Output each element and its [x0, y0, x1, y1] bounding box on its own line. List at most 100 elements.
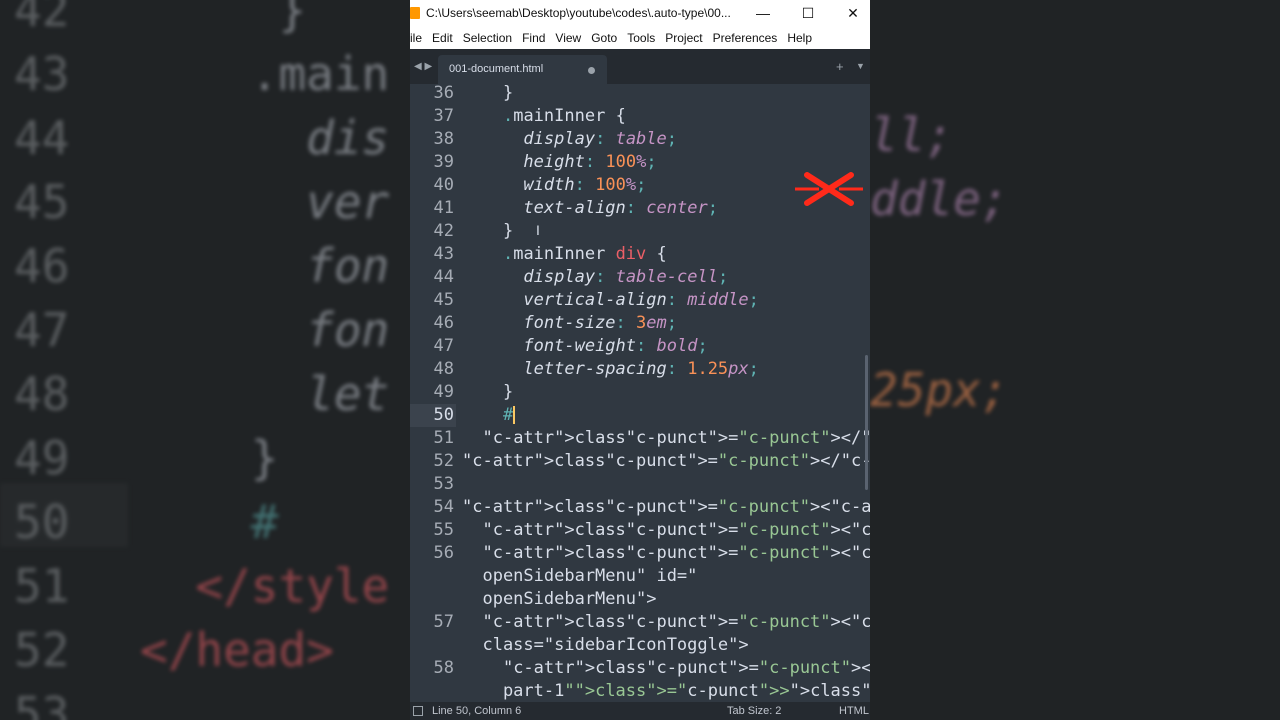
code-line[interactable]: #: [462, 405, 516, 425]
background-line-code: dis: [140, 111, 390, 165]
cursor-position: Line 50, Column 6: [432, 705, 522, 717]
mouse-ibeam-cursor-icon: I: [536, 222, 540, 238]
tab-label: 001-document.html: [449, 63, 544, 75]
menu-help[interactable]: Help: [782, 31, 817, 45]
tab-list-chevron-down-icon[interactable]: ▼: [856, 61, 865, 71]
syntax-indicator[interactable]: HTML: [839, 705, 869, 717]
code-line[interactable]: "c-attr">class"c-punct">="c-punct"><"c-a…: [462, 658, 870, 678]
line-number: 36: [433, 83, 454, 103]
menu-selection[interactable]: Selection: [458, 31, 517, 45]
tab-document[interactable]: 001-document.html: [438, 55, 607, 84]
background-line-code: fon: [140, 239, 390, 293]
line-number: 46: [433, 313, 454, 333]
code-line[interactable]: }: [462, 221, 513, 241]
code-line[interactable]: vertical-align: middle;: [462, 290, 758, 310]
line-number: 56: [433, 543, 454, 563]
sublime-app-icon: [410, 7, 420, 19]
title-bar: C:\Users\seemab\Desktop\youtube\codes\.a…: [410, 0, 870, 26]
code-line[interactable]: font-weight: bold;: [462, 336, 707, 356]
background-line-code: }: [140, 431, 279, 485]
minimize-button[interactable]: —: [740, 0, 786, 26]
code-line[interactable]: letter-spacing: 1.25px;: [462, 359, 758, 379]
line-number: 58: [433, 658, 454, 678]
code-line[interactable]: display: table-cell;: [462, 267, 728, 287]
code-line[interactable]: display: table;: [462, 129, 677, 149]
background-line-code: </head>: [140, 623, 334, 677]
code-line[interactable]: "c-attr">class"c-punct">="c-punct"><"c-a…: [462, 612, 870, 632]
line-number: 42: [433, 221, 454, 241]
menu-preferences[interactable]: Preferences: [708, 31, 783, 45]
menu-find[interactable]: Find: [517, 31, 550, 45]
background-line-code: #: [140, 495, 279, 549]
code-line[interactable]: "c-attr">class"c-punct">="c-punct"><"c-a…: [462, 543, 870, 563]
code-line[interactable]: part-1"">class">="c-punct">>">class">="c…: [462, 681, 870, 701]
code-line[interactable]: }: [462, 382, 513, 402]
line-number: 55: [433, 520, 454, 540]
code-line[interactable]: text-align: center;: [462, 198, 718, 218]
code-line[interactable]: "c-attr">class"c-punct">="c-punct"></"c-…: [462, 428, 870, 448]
tab-scroll-arrows-icon[interactable]: ◀ ▶: [414, 61, 432, 72]
menu-edit[interactable]: Edit: [427, 31, 458, 45]
background-line-code: .main: [140, 47, 390, 101]
code-line[interactable]: "c-attr">class"c-punct">="c-punct"><"c-a…: [462, 520, 870, 540]
code-line[interactable]: openSidebarMenu">: [462, 589, 656, 609]
code-line[interactable]: .mainInner div {: [462, 244, 667, 264]
background-line-number: 45: [14, 175, 70, 229]
line-number: 40: [433, 175, 454, 195]
menu-tools[interactable]: Tools: [622, 31, 660, 45]
code-line[interactable]: }: [462, 83, 513, 103]
panel-toggle-icon[interactable]: [413, 706, 423, 716]
line-number: 54: [433, 497, 454, 517]
background-line-number: 48: [14, 367, 70, 421]
tab-bar: ◀ ▶ 001-document.html + ▼: [410, 49, 870, 84]
background-line-number: 43: [14, 47, 70, 101]
line-number: 47: [433, 336, 454, 356]
status-bar: Line 50, Column 6 Tab Size: 2 HTML: [410, 702, 870, 720]
line-number: 39: [433, 152, 454, 172]
line-number: 48: [433, 359, 454, 379]
code-line[interactable]: .mainInner {: [462, 106, 626, 126]
line-number: 49: [433, 382, 454, 402]
menu-file[interactable]: ile: [410, 31, 427, 45]
line-number: 38: [433, 129, 454, 149]
code-line[interactable]: openSidebarMenu" id=": [462, 566, 697, 586]
line-number: 43: [433, 244, 454, 264]
code-line[interactable]: class="sidebarIconToggle">: [462, 635, 748, 655]
background-line-number: 50: [14, 495, 70, 549]
background-right-text: 25px;: [870, 363, 1009, 417]
line-number: 50: [433, 405, 454, 425]
channel-logo-icon: [795, 172, 863, 206]
vertical-scrollbar[interactable]: [865, 355, 868, 490]
background-line-code: fon: [140, 303, 390, 357]
background-line-number: 51: [14, 559, 70, 613]
line-number: 45: [433, 290, 454, 310]
code-line[interactable]: width: 100%;: [462, 175, 646, 195]
code-line[interactable]: height: 100%;: [462, 152, 656, 172]
code-line[interactable]: "c-attr">class"c-punct">="c-punct"><"c-a…: [462, 497, 870, 517]
line-number: 51: [433, 428, 454, 448]
code-line[interactable]: font-size: 3em;: [462, 313, 677, 333]
code-line[interactable]: "c-attr">class"c-punct">="c-punct"></"c-…: [462, 451, 870, 471]
tab-size-indicator[interactable]: Tab Size: 2: [727, 705, 781, 717]
background-line-code: </style: [140, 559, 390, 613]
background-line-number: 53: [14, 687, 70, 720]
background-line-number: 47: [14, 303, 70, 357]
menu-project[interactable]: Project: [660, 31, 707, 45]
line-number: 52: [433, 451, 454, 471]
background-line-number: 46: [14, 239, 70, 293]
line-number: 53: [433, 474, 454, 494]
menu-bar: ile Edit Selection Find View Goto Tools …: [410, 26, 870, 49]
new-tab-plus-icon[interactable]: +: [836, 59, 844, 74]
background-line-code: ver: [140, 175, 390, 229]
close-button[interactable]: ✕: [830, 0, 870, 26]
code-editor[interactable]: 36 } 37 .mainInner {38 display: table; 39 …: [410, 83, 870, 702]
background-line-number: 52: [14, 623, 70, 677]
maximize-button[interactable]: ☐: [785, 0, 831, 26]
background-line-number: 49: [14, 431, 70, 485]
editor-window: C:\Users\seemab\Desktop\youtube\codes\.a…: [410, 0, 870, 720]
unsaved-dot-icon[interactable]: [588, 67, 595, 74]
background-line-number: 44: [14, 111, 70, 165]
line-number: 37: [433, 106, 454, 126]
menu-view[interactable]: View: [550, 31, 586, 45]
menu-goto[interactable]: Goto: [586, 31, 622, 45]
